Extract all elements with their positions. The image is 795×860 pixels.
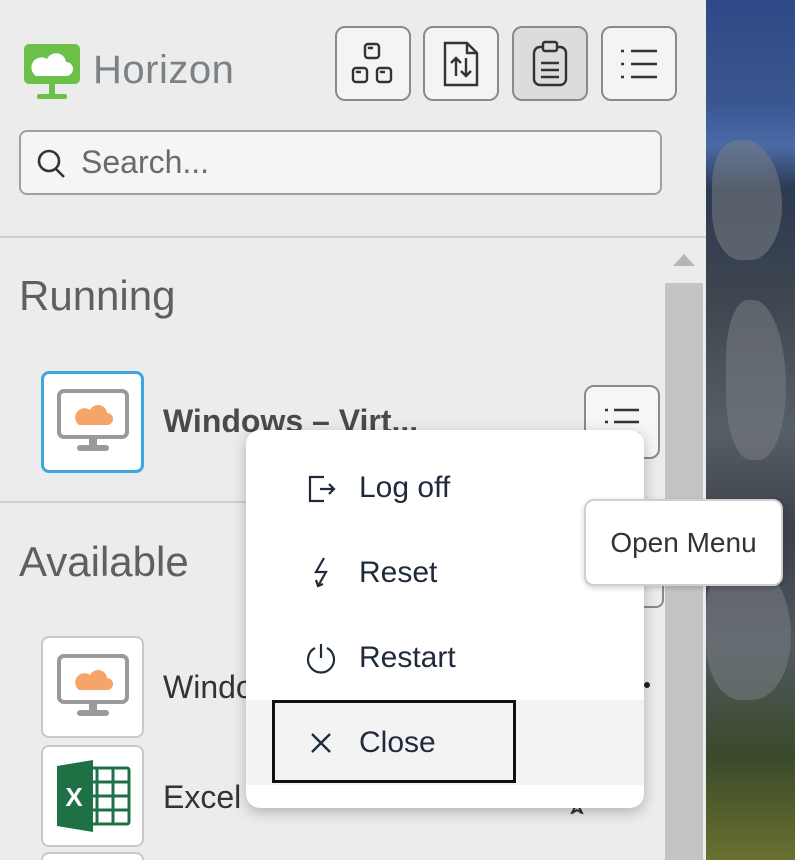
desktop-cloud-icon — [56, 654, 129, 716]
desktop-cloud-icon — [56, 389, 129, 451]
more-dot-icon — [644, 682, 650, 688]
section-title-running: Running — [19, 272, 176, 319]
running-app-tile[interactable] — [41, 371, 144, 473]
search-box[interactable] — [19, 130, 662, 195]
brand-title: Horizon — [93, 48, 235, 92]
search-input[interactable] — [81, 132, 651, 193]
available-app-tile-excel[interactable]: X — [41, 745, 144, 847]
desktop-background — [706, 0, 795, 860]
list-menu-icon — [621, 49, 657, 78]
svg-text:X: X — [65, 782, 83, 812]
clipboard-button[interactable] — [512, 26, 588, 101]
clipboard-icon — [532, 40, 568, 86]
reset-icon — [304, 556, 338, 590]
menu-item-label: Log off — [359, 470, 451, 504]
menu-item-label: Reset — [359, 555, 438, 589]
menu-item-restart[interactable]: Restart — [246, 615, 644, 700]
available-app-name-desktop[interactable]: Windo — [163, 671, 254, 703]
horizon-logo-icon — [24, 44, 80, 99]
log-off-icon — [304, 471, 338, 505]
search-icon — [37, 149, 65, 178]
power-icon — [304, 641, 338, 675]
file-transfer-icon — [443, 41, 479, 86]
excel-icon: X — [56, 760, 130, 832]
menu-item-label: Restart — [359, 640, 456, 674]
menu-button[interactable] — [601, 26, 677, 101]
apps-grid-icon — [351, 42, 393, 83]
header-divider — [0, 236, 706, 238]
available-app-name-excel[interactable]: Excel — [163, 781, 241, 813]
shortcuts-button[interactable] — [335, 26, 411, 101]
open-menu-tooltip: Open Menu — [584, 499, 783, 586]
focus-ring — [272, 700, 516, 783]
scroll-up-arrow-icon[interactable] — [673, 254, 695, 266]
file-transfer-button[interactable] — [423, 26, 499, 101]
section-title-available: Available — [19, 538, 189, 585]
available-app-tile-next[interactable] — [41, 852, 144, 860]
available-app-tile-desktop[interactable] — [41, 636, 144, 738]
